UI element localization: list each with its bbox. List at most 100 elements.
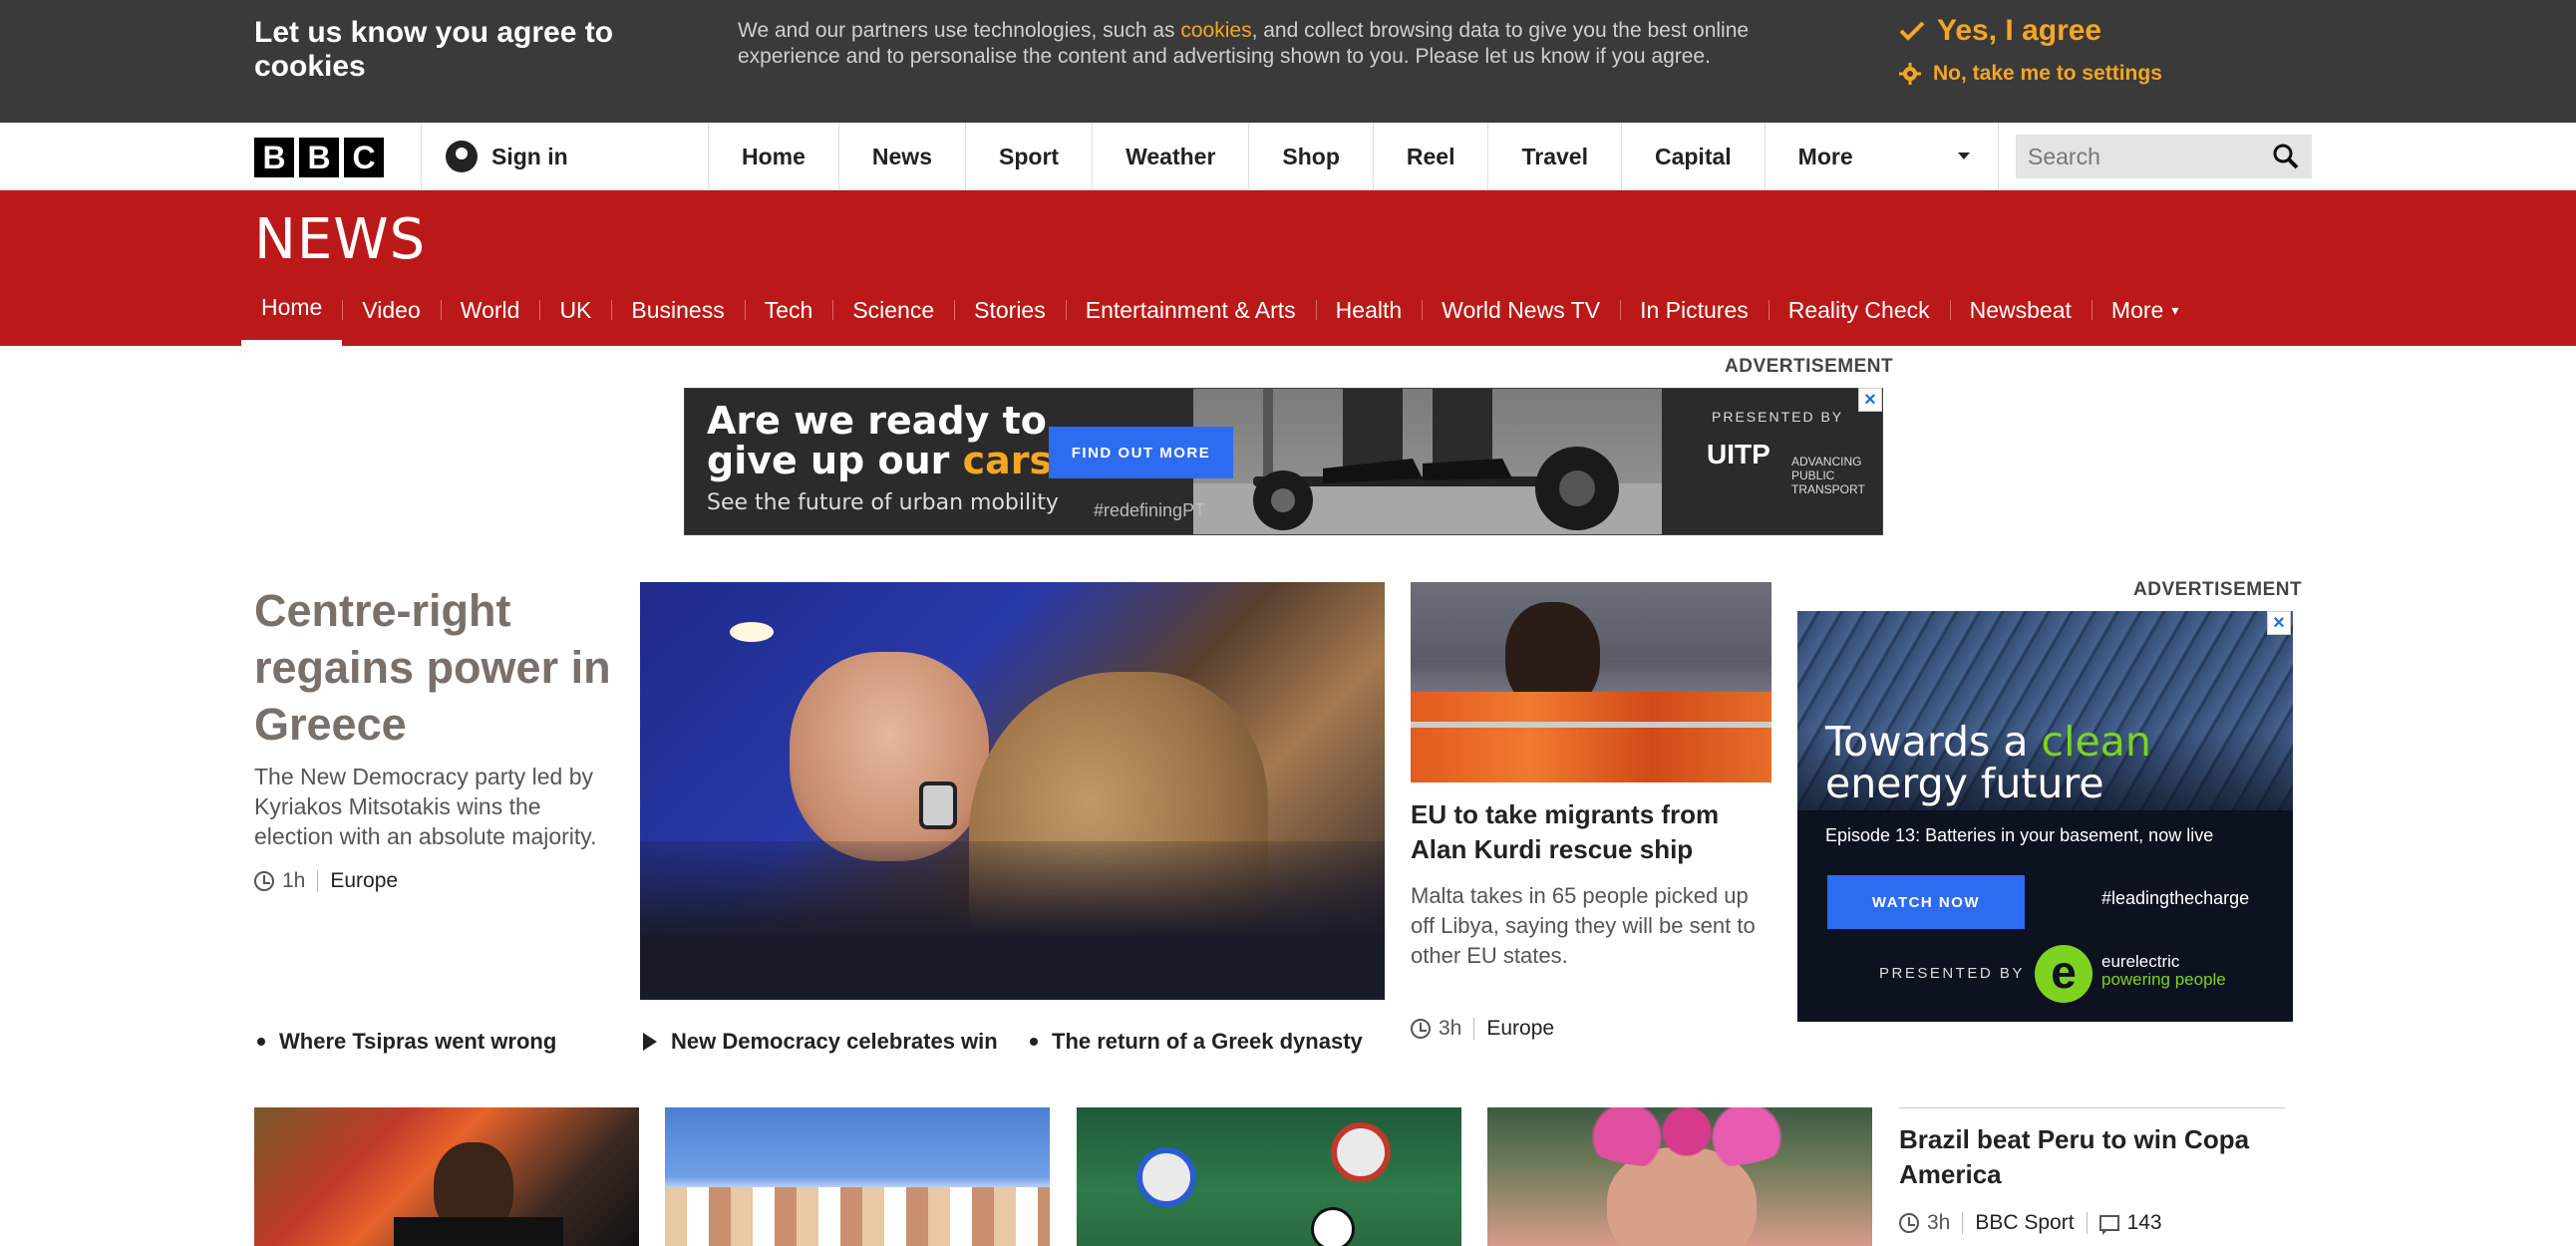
ad-headline-line1: Towards a clean: [1825, 721, 2151, 763]
story-thumbnail[interactable]: [1077, 1107, 1461, 1246]
ad-headline-line2: give up our cars?: [707, 441, 1074, 480]
ad-label: ADVERTISEMENT: [2133, 579, 2303, 600]
bbc-nav-shop[interactable]: Shop: [1248, 123, 1373, 190]
news-nav-entertainment[interactable]: Entertainment & Arts: [1065, 290, 1316, 330]
bbc-nav-more[interactable]: More: [1764, 123, 1999, 190]
brand-name: eurelectric: [2101, 952, 2180, 971]
agree-label: Yes, I agree: [1937, 14, 2102, 47]
gear-icon: [1899, 63, 1921, 85]
eurelectric-brand: eurelectric powering people: [2101, 953, 2226, 989]
story2-meta: 3h Europe: [1411, 1017, 1554, 1041]
news-nav-science[interactable]: Science: [832, 290, 954, 330]
bbc-nav-capital[interactable]: Capital: [1620, 123, 1765, 190]
news-nav-in-pictures[interactable]: In Pictures: [1620, 290, 1769, 330]
ad-label: ADVERTISEMENT: [1725, 356, 1894, 377]
related-video-link[interactable]: New Democracy celebrates win: [643, 1029, 998, 1055]
ad-headline: Are we ready to give up our cars?: [707, 401, 1074, 480]
rail: [1411, 722, 1771, 728]
ad-presented-by: PRESENTED BY: [1712, 409, 1844, 425]
signin-label: Sign in: [491, 143, 568, 169]
suit: [640, 841, 1385, 1000]
lead-image[interactable]: [640, 582, 1385, 1000]
watch-now-button[interactable]: WATCH NOW: [1827, 875, 2025, 929]
ad-headline-highlight: cars: [962, 439, 1053, 482]
news-nav-stories[interactable]: Stories: [954, 290, 1066, 330]
news-nav-world[interactable]: World: [440, 290, 540, 330]
news-nav-video[interactable]: Video: [342, 290, 440, 330]
ad-headline-text: Towards a: [1825, 718, 2042, 766]
lead-meta: 1h Europe: [254, 869, 398, 893]
story-thumbnail[interactable]: [254, 1107, 639, 1246]
ad-headline-line1: Are we ready to: [707, 399, 1047, 443]
news-nav-health[interactable]: Health: [1315, 290, 1422, 330]
chevron-down-icon: ▾: [2171, 301, 2179, 318]
related-link[interactable]: Where Tsipras went wrong: [257, 1029, 556, 1055]
story2-tag[interactable]: Europe: [1486, 1017, 1554, 1041]
bbc-nav-home[interactable]: Home: [708, 123, 838, 190]
story2-image[interactable]: [1411, 582, 1771, 782]
cookies-link[interactable]: cookies: [1180, 19, 1251, 42]
divider: [1473, 1018, 1475, 1040]
cookie-text: We and our partners use technologies, su…: [738, 18, 1834, 70]
news-nav-more-label: More: [2110, 296, 2164, 323]
face: [790, 652, 989, 861]
robot: [1136, 1147, 1196, 1207]
bbc-nav-more-label: More: [1797, 143, 1853, 169]
bbc-logo[interactable]: B B C: [254, 138, 384, 177]
bbc-nav-travel[interactable]: Travel: [1487, 123, 1621, 190]
settings-button[interactable]: No, take me to settings: [1899, 62, 2162, 86]
robot: [1331, 1122, 1391, 1182]
chevron-down-icon: [1957, 153, 1970, 159]
ad-headline-line2: energy future: [1825, 760, 2104, 807]
play-icon: [643, 1033, 657, 1051]
uitp-tagline: ADVANCING PUBLIC TRANSPORT: [1791, 455, 1865, 496]
bbc-topbar: B B C Sign in Home News Sport Weather Sh…: [0, 123, 2576, 190]
news-nav-newsbeat[interactable]: Newsbeat: [1949, 290, 2092, 330]
news-logo[interactable]: NEWS: [254, 210, 426, 270]
scooter-image: [1193, 389, 1662, 534]
account-icon: [446, 141, 478, 172]
related-link[interactable]: The return of a Greek dynasty: [1030, 1029, 1363, 1055]
news-nav-reality-check[interactable]: Reality Check: [1768, 290, 1950, 330]
lead-tag[interactable]: Europe: [330, 869, 398, 893]
ad-headline-text: give up our: [707, 439, 963, 482]
comment-count[interactable]: 143: [2127, 1211, 2162, 1235]
bbc-nav-sport[interactable]: Sport: [965, 123, 1092, 190]
story-thumbnail[interactable]: [1487, 1107, 1872, 1246]
news-nav-uk[interactable]: UK: [539, 290, 611, 330]
news-nav-world-news-tv[interactable]: World News TV: [1422, 290, 1620, 330]
bbc-nav-reel[interactable]: Reel: [1372, 123, 1488, 190]
bbc-nav: Home News Sport Weather Shop Reel Travel…: [708, 123, 1999, 190]
signin-link[interactable]: Sign in: [446, 141, 568, 172]
story-thumbnail[interactable]: [665, 1107, 1050, 1246]
cookie-banner: Let us know you agree to cookies We and …: [0, 0, 2576, 123]
agree-button[interactable]: Yes, I agree: [1899, 14, 2101, 48]
bottom-tag[interactable]: BBC Sport: [1975, 1211, 2074, 1235]
news-nav-tech[interactable]: Tech: [744, 290, 833, 330]
news-nav-more[interactable]: More ▾: [2091, 290, 2198, 330]
related-label: New Democracy celebrates win: [671, 1029, 998, 1054]
bottom-headline[interactable]: Brazil beat Peru to win Copa America: [1899, 1122, 2285, 1192]
news-nav-business[interactable]: Business: [611, 290, 744, 330]
news-header: NEWS Home Video World UK Business Tech S…: [0, 190, 2576, 346]
ad-banner-top[interactable]: Are we ready to give up our cars? See th…: [684, 388, 1883, 535]
news-nav-home[interactable]: Home: [241, 290, 343, 346]
search-icon[interactable]: [2272, 143, 2300, 175]
watch: [919, 781, 957, 829]
search-input[interactable]: [2028, 135, 2257, 178]
clock-icon: [1411, 1019, 1431, 1039]
ad-headline-highlight: clean: [2041, 718, 2151, 766]
lead-headline[interactable]: Centre-right regains power in Greece: [254, 582, 613, 753]
ad-subline: See the future of urban mobility: [707, 490, 1059, 515]
divider: [1899, 1107, 2285, 1108]
bbc-nav-news[interactable]: News: [837, 123, 965, 190]
brand-tagline: powering people: [2101, 970, 2226, 989]
find-out-more-button[interactable]: FIND OUT MORE: [1049, 427, 1233, 478]
story2-headline[interactable]: EU to take migrants from Alan Kurdi resc…: [1411, 797, 1771, 867]
bbc-nav-weather[interactable]: Weather: [1092, 123, 1248, 190]
close-icon[interactable]: ×: [1858, 388, 1882, 412]
ad-banner-right[interactable]: Towards a clean energy future Episode 13…: [1797, 611, 2293, 1022]
close-icon[interactable]: ×: [2267, 611, 2291, 635]
comment-icon: [2098, 1215, 2119, 1235]
ad-headline: Towards a clean energy future: [1825, 721, 2151, 804]
